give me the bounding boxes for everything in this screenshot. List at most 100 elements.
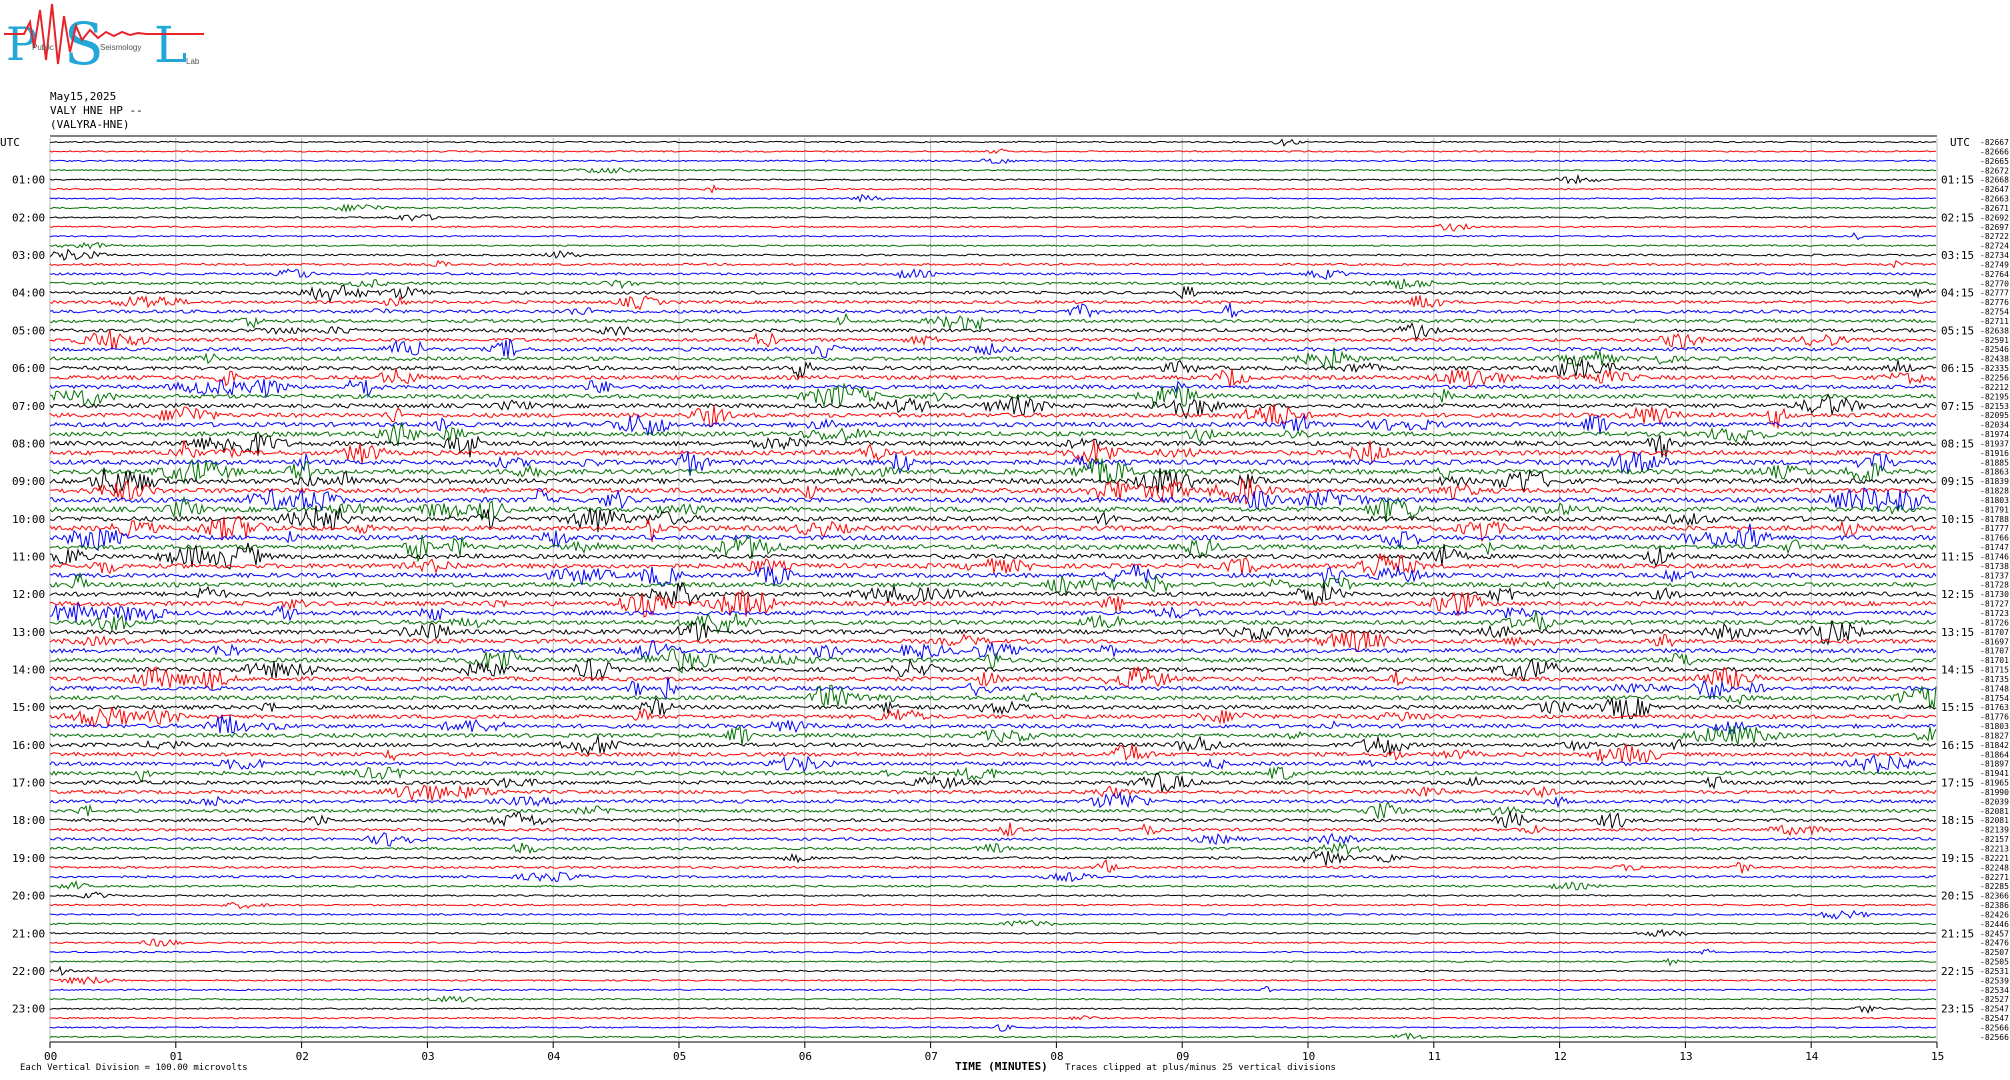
- left-hour-label: 17:00: [12, 777, 45, 790]
- x-axis-title: TIME (MINUTES): [955, 1060, 1048, 1073]
- right-hour-label: 14:15: [1941, 664, 1974, 677]
- x-tick-label: 04: [547, 1050, 561, 1063]
- left-axis-utc-label: UTC: [0, 136, 20, 149]
- right-hour-label: 16:15: [1941, 739, 1974, 752]
- seismogram-trace: [49, 203, 1937, 213]
- left-hour-label: 08:00: [12, 437, 45, 450]
- trace-offset-value: -82591: [1980, 336, 2009, 345]
- x-tick-label: 01: [170, 1050, 183, 1063]
- seismogram-trace: [49, 832, 1937, 847]
- trace-offset-value: -82386: [1980, 901, 2009, 910]
- left-hour-label: 21:00: [12, 927, 45, 940]
- trace-offset-value: -82212: [1980, 383, 2009, 392]
- trace-offset-value: -81754: [1980, 694, 2009, 703]
- trace-offset-value: -82195: [1980, 392, 2009, 401]
- trace-offset-value: -82668: [1980, 176, 2009, 185]
- trace-offset-value: -82081: [1980, 816, 2009, 825]
- trace-offset-value: -82285: [1980, 882, 2009, 891]
- seismogram-trace: [49, 1015, 1937, 1021]
- right-hour-label: 02:15: [1941, 211, 1974, 224]
- seismogram-trace: [49, 284, 1937, 304]
- left-hour-label: 07:00: [12, 400, 45, 413]
- trace-offset-value: -82039: [1980, 797, 2009, 806]
- x-tick-label: 07: [925, 1050, 938, 1063]
- seismogram-trace: [49, 321, 1937, 340]
- x-tick-label: 02: [296, 1050, 309, 1063]
- seismogram-trace: [49, 938, 1937, 947]
- trace-offset-value: -82546: [1980, 345, 2009, 354]
- seismogram-trace: [49, 357, 1937, 380]
- trace-offset-value: -81747: [1980, 543, 2009, 552]
- seismogram-trace: [50, 919, 1937, 927]
- trace-offset-value: -82531: [1980, 967, 2009, 976]
- seismogram-trace: [49, 766, 1937, 784]
- left-hour-label: 01:00: [12, 174, 45, 187]
- trace-offset-value: -82663: [1980, 195, 2009, 204]
- trace-offset-value: -82638: [1980, 326, 2009, 335]
- trace-offset-value: -81941: [1980, 769, 2009, 778]
- seismogram-trace: [49, 880, 1937, 891]
- trace-offset-value: -81748: [1980, 684, 2009, 693]
- x-tick-label: 09: [1176, 1050, 1189, 1063]
- trace-offset-value: -82095: [1980, 411, 2009, 420]
- trace-offset-value: -82034: [1980, 421, 2009, 430]
- seismogram-trace: [49, 948, 1937, 955]
- trace-offset-value: -82248: [1980, 863, 2009, 872]
- trace-offset-value: -82734: [1980, 251, 2009, 260]
- seismogram-trace: [49, 841, 1937, 856]
- right-hour-label: 11:15: [1941, 550, 1974, 563]
- trace-offset-value: -81885: [1980, 458, 2009, 467]
- left-hour-label: 03:00: [12, 249, 45, 262]
- trace-offset-value: -81777: [1980, 524, 2009, 533]
- left-hour-label: 18:00: [12, 814, 45, 827]
- trace-offset-value: -81728: [1980, 581, 2009, 590]
- trace-offset-value: -82667: [1980, 138, 2009, 147]
- left-hour-label: 16:00: [12, 739, 45, 752]
- trace-offset-value: -81738: [1980, 562, 2009, 571]
- trace-offset-value: -81791: [1980, 505, 2009, 514]
- x-tick-label: 14: [1805, 1050, 1819, 1063]
- seismogram-trace: [49, 995, 1937, 1003]
- seismogram-trace: [49, 347, 1937, 371]
- seismogram-trace: [49, 1004, 1937, 1014]
- trace-offset-value: -82507: [1980, 948, 2009, 957]
- trace-offset-value: -81726: [1980, 618, 2009, 627]
- right-hour-label: 09:15: [1941, 475, 1974, 488]
- seismogram-trace: [49, 965, 1937, 977]
- trace-offset-value: -82457: [1980, 929, 2009, 938]
- trace-offset-value: -81916: [1980, 449, 2009, 458]
- trace-offset-value: -82139: [1980, 826, 2009, 835]
- right-hour-label: 22:15: [1941, 965, 1974, 978]
- chart-frame: [50, 135, 1937, 1043]
- trace-offset-value: -81697: [1980, 637, 2009, 646]
- trace-offset-value: -81990: [1980, 788, 2009, 797]
- right-hour-label: 07:15: [1941, 400, 1974, 413]
- x-tick-label: 00: [44, 1050, 57, 1063]
- trace-offset-value: -82566: [1980, 1023, 2009, 1032]
- seismogram-trace: [49, 871, 1937, 883]
- left-hour-label: 20:00: [12, 890, 45, 903]
- trace-offset-value: -81803: [1980, 722, 2009, 731]
- trace-offset-value: -81937: [1980, 439, 2009, 448]
- seismogram-trace: [49, 772, 1937, 793]
- x-tick-label: 11: [1428, 1050, 1441, 1063]
- right-hour-label: 05:15: [1941, 324, 1974, 337]
- seismogram-trace: [49, 850, 1937, 866]
- seismogram-trace: [49, 295, 1937, 311]
- trace-offset-value: -81730: [1980, 590, 2009, 599]
- seismogram-trace: [49, 697, 1937, 720]
- left-hour-label: 02:00: [12, 211, 45, 224]
- x-tick-label: 08: [1050, 1050, 1063, 1063]
- seismogram-trace: [49, 193, 1937, 204]
- trace-offset-value: -81776: [1980, 713, 2009, 722]
- left-hour-label: 12:00: [12, 588, 45, 601]
- right-hour-label: 06:15: [1941, 362, 1974, 375]
- right-hour-label: 03:15: [1941, 249, 1974, 262]
- trace-offset-value: -82527: [1980, 995, 2009, 1004]
- trace-offset-value: -81727: [1980, 600, 2009, 609]
- trace-offset-value: -82711: [1980, 317, 2009, 326]
- seismogram-trace: [49, 928, 1936, 938]
- seismogram-trace: [49, 222, 1937, 232]
- clip-note: Traces clipped at plus/minus 25 vertical…: [1065, 1063, 1336, 1073]
- left-hour-label: 11:00: [12, 550, 45, 563]
